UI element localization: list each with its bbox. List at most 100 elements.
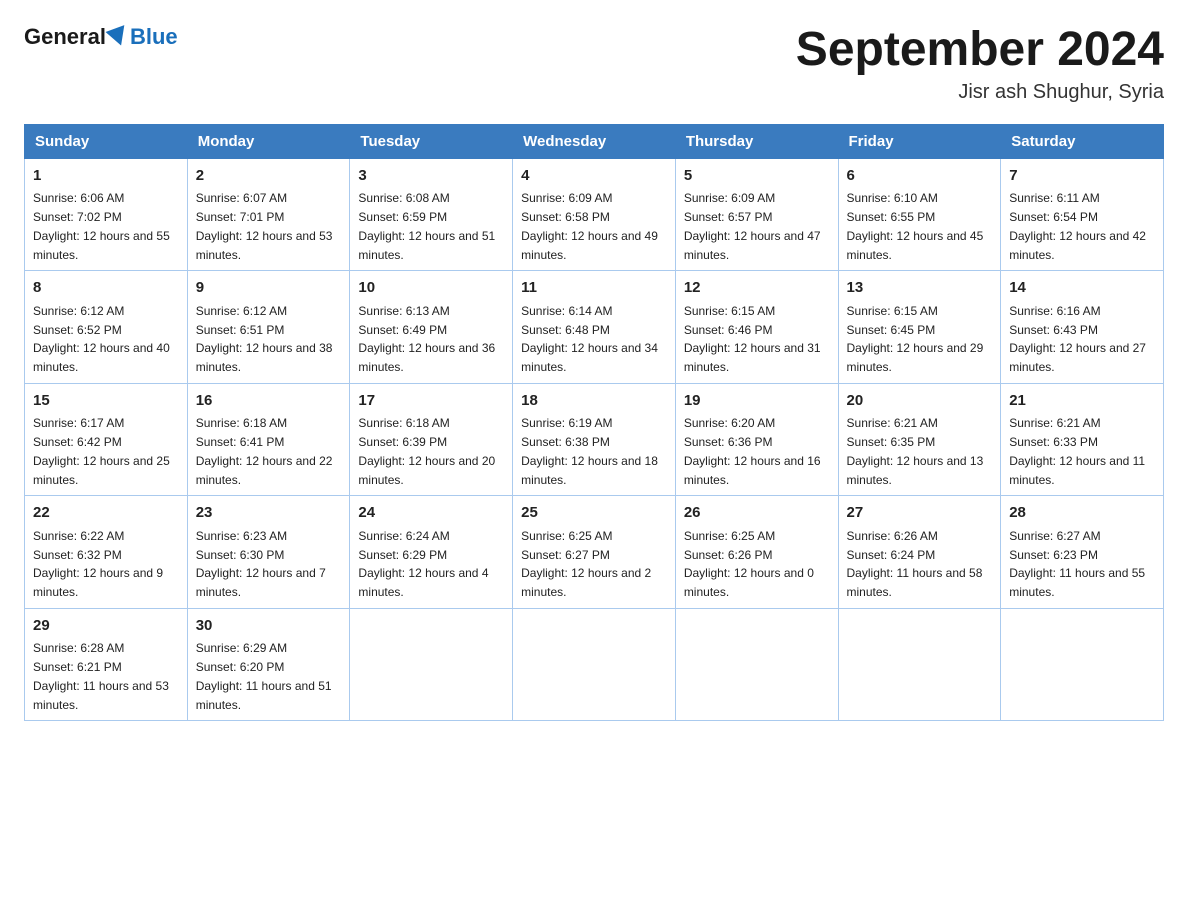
day-info: Sunrise: 6:25 AMSunset: 6:27 PMDaylight:… [521, 529, 651, 599]
day-info: Sunrise: 6:13 AMSunset: 6:49 PMDaylight:… [358, 304, 495, 374]
day-number: 28 [1009, 502, 1155, 525]
day-number: 10 [358, 277, 504, 300]
calendar-day-cell: 9 Sunrise: 6:12 AMSunset: 6:51 PMDayligh… [187, 271, 350, 384]
calendar-header-row: SundayMondayTuesdayWednesdayThursdayFrid… [25, 124, 1164, 158]
day-info: Sunrise: 6:22 AMSunset: 6:32 PMDaylight:… [33, 529, 163, 599]
day-number: 3 [358, 165, 504, 188]
day-info: Sunrise: 6:11 AMSunset: 6:54 PMDaylight:… [1009, 191, 1146, 261]
calendar-table: SundayMondayTuesdayWednesdayThursdayFrid… [24, 124, 1164, 722]
calendar-day-cell: 16 Sunrise: 6:18 AMSunset: 6:41 PMDaylig… [187, 383, 350, 496]
calendar-day-cell: 19 Sunrise: 6:20 AMSunset: 6:36 PMDaylig… [675, 383, 838, 496]
logo: General Blue [24, 24, 178, 50]
calendar-day-cell: 10 Sunrise: 6:13 AMSunset: 6:49 PMDaylig… [350, 271, 513, 384]
day-info: Sunrise: 6:09 AMSunset: 6:58 PMDaylight:… [521, 191, 658, 261]
calendar-day-cell: 26 Sunrise: 6:25 AMSunset: 6:26 PMDaylig… [675, 496, 838, 609]
calendar-day-cell [350, 608, 513, 721]
day-of-week-header: Friday [838, 124, 1001, 158]
day-number: 2 [196, 165, 342, 188]
calendar-day-cell: 15 Sunrise: 6:17 AMSunset: 6:42 PMDaylig… [25, 383, 188, 496]
day-of-week-header: Thursday [675, 124, 838, 158]
day-number: 6 [847, 165, 993, 188]
day-info: Sunrise: 6:25 AMSunset: 6:26 PMDaylight:… [684, 529, 814, 599]
day-info: Sunrise: 6:28 AMSunset: 6:21 PMDaylight:… [33, 641, 169, 711]
calendar-week-row: 1 Sunrise: 6:06 AMSunset: 7:02 PMDayligh… [25, 158, 1164, 271]
calendar-day-cell: 22 Sunrise: 6:22 AMSunset: 6:32 PMDaylig… [25, 496, 188, 609]
calendar-week-row: 15 Sunrise: 6:17 AMSunset: 6:42 PMDaylig… [25, 383, 1164, 496]
day-number: 26 [684, 502, 830, 525]
day-number: 30 [196, 615, 342, 638]
calendar-week-row: 8 Sunrise: 6:12 AMSunset: 6:52 PMDayligh… [25, 271, 1164, 384]
day-info: Sunrise: 6:10 AMSunset: 6:55 PMDaylight:… [847, 191, 984, 261]
logo-general-text: General [24, 24, 106, 50]
day-number: 16 [196, 390, 342, 413]
day-info: Sunrise: 6:23 AMSunset: 6:30 PMDaylight:… [196, 529, 326, 599]
calendar-day-cell: 1 Sunrise: 6:06 AMSunset: 7:02 PMDayligh… [25, 158, 188, 271]
day-info: Sunrise: 6:21 AMSunset: 6:33 PMDaylight:… [1009, 416, 1145, 486]
calendar-day-cell: 18 Sunrise: 6:19 AMSunset: 6:38 PMDaylig… [513, 383, 676, 496]
calendar-day-cell: 24 Sunrise: 6:24 AMSunset: 6:29 PMDaylig… [350, 496, 513, 609]
day-info: Sunrise: 6:07 AMSunset: 7:01 PMDaylight:… [196, 191, 333, 261]
calendar-day-cell: 7 Sunrise: 6:11 AMSunset: 6:54 PMDayligh… [1001, 158, 1164, 271]
location-title: Jisr ash Shughur, Syria [796, 81, 1164, 104]
calendar-day-cell: 29 Sunrise: 6:28 AMSunset: 6:21 PMDaylig… [25, 608, 188, 721]
calendar-day-cell: 14 Sunrise: 6:16 AMSunset: 6:43 PMDaylig… [1001, 271, 1164, 384]
calendar-day-cell: 13 Sunrise: 6:15 AMSunset: 6:45 PMDaylig… [838, 271, 1001, 384]
day-number: 21 [1009, 390, 1155, 413]
calendar-day-cell: 3 Sunrise: 6:08 AMSunset: 6:59 PMDayligh… [350, 158, 513, 271]
day-info: Sunrise: 6:14 AMSunset: 6:48 PMDaylight:… [521, 304, 658, 374]
calendar-day-cell: 21 Sunrise: 6:21 AMSunset: 6:33 PMDaylig… [1001, 383, 1164, 496]
day-number: 25 [521, 502, 667, 525]
day-number: 11 [521, 277, 667, 300]
day-info: Sunrise: 6:15 AMSunset: 6:46 PMDaylight:… [684, 304, 821, 374]
calendar-day-cell: 17 Sunrise: 6:18 AMSunset: 6:39 PMDaylig… [350, 383, 513, 496]
day-number: 17 [358, 390, 504, 413]
day-info: Sunrise: 6:15 AMSunset: 6:45 PMDaylight:… [847, 304, 984, 374]
calendar-day-cell [1001, 608, 1164, 721]
calendar-day-cell: 25 Sunrise: 6:25 AMSunset: 6:27 PMDaylig… [513, 496, 676, 609]
day-info: Sunrise: 6:24 AMSunset: 6:29 PMDaylight:… [358, 529, 488, 599]
day-number: 1 [33, 165, 179, 188]
day-info: Sunrise: 6:12 AMSunset: 6:52 PMDaylight:… [33, 304, 170, 374]
day-number: 27 [847, 502, 993, 525]
calendar-day-cell: 4 Sunrise: 6:09 AMSunset: 6:58 PMDayligh… [513, 158, 676, 271]
day-number: 9 [196, 277, 342, 300]
logo-triangle-icon [105, 25, 130, 49]
day-info: Sunrise: 6:16 AMSunset: 6:43 PMDaylight:… [1009, 304, 1146, 374]
month-title: September 2024 [796, 24, 1164, 77]
day-number: 14 [1009, 277, 1155, 300]
day-info: Sunrise: 6:21 AMSunset: 6:35 PMDaylight:… [847, 416, 984, 486]
day-info: Sunrise: 6:18 AMSunset: 6:41 PMDaylight:… [196, 416, 333, 486]
calendar-day-cell: 12 Sunrise: 6:15 AMSunset: 6:46 PMDaylig… [675, 271, 838, 384]
day-of-week-header: Saturday [1001, 124, 1164, 158]
day-number: 24 [358, 502, 504, 525]
day-number: 7 [1009, 165, 1155, 188]
day-info: Sunrise: 6:17 AMSunset: 6:42 PMDaylight:… [33, 416, 170, 486]
day-number: 8 [33, 277, 179, 300]
day-info: Sunrise: 6:29 AMSunset: 6:20 PMDaylight:… [196, 641, 332, 711]
day-number: 23 [196, 502, 342, 525]
calendar-day-cell: 8 Sunrise: 6:12 AMSunset: 6:52 PMDayligh… [25, 271, 188, 384]
day-number: 22 [33, 502, 179, 525]
day-of-week-header: Tuesday [350, 124, 513, 158]
calendar-day-cell [675, 608, 838, 721]
day-number: 19 [684, 390, 830, 413]
title-block: September 2024 Jisr ash Shughur, Syria [796, 24, 1164, 104]
day-of-week-header: Monday [187, 124, 350, 158]
day-info: Sunrise: 6:20 AMSunset: 6:36 PMDaylight:… [684, 416, 821, 486]
day-number: 20 [847, 390, 993, 413]
page-header: General Blue September 2024 Jisr ash Shu… [24, 24, 1164, 104]
day-info: Sunrise: 6:27 AMSunset: 6:23 PMDaylight:… [1009, 529, 1145, 599]
day-info: Sunrise: 6:08 AMSunset: 6:59 PMDaylight:… [358, 191, 495, 261]
calendar-day-cell: 2 Sunrise: 6:07 AMSunset: 7:01 PMDayligh… [187, 158, 350, 271]
day-info: Sunrise: 6:26 AMSunset: 6:24 PMDaylight:… [847, 529, 983, 599]
calendar-week-row: 29 Sunrise: 6:28 AMSunset: 6:21 PMDaylig… [25, 608, 1164, 721]
day-of-week-header: Wednesday [513, 124, 676, 158]
calendar-day-cell [838, 608, 1001, 721]
calendar-day-cell: 5 Sunrise: 6:09 AMSunset: 6:57 PMDayligh… [675, 158, 838, 271]
day-number: 18 [521, 390, 667, 413]
calendar-day-cell: 23 Sunrise: 6:23 AMSunset: 6:30 PMDaylig… [187, 496, 350, 609]
day-number: 15 [33, 390, 179, 413]
day-info: Sunrise: 6:19 AMSunset: 6:38 PMDaylight:… [521, 416, 658, 486]
day-info: Sunrise: 6:18 AMSunset: 6:39 PMDaylight:… [358, 416, 495, 486]
day-number: 12 [684, 277, 830, 300]
